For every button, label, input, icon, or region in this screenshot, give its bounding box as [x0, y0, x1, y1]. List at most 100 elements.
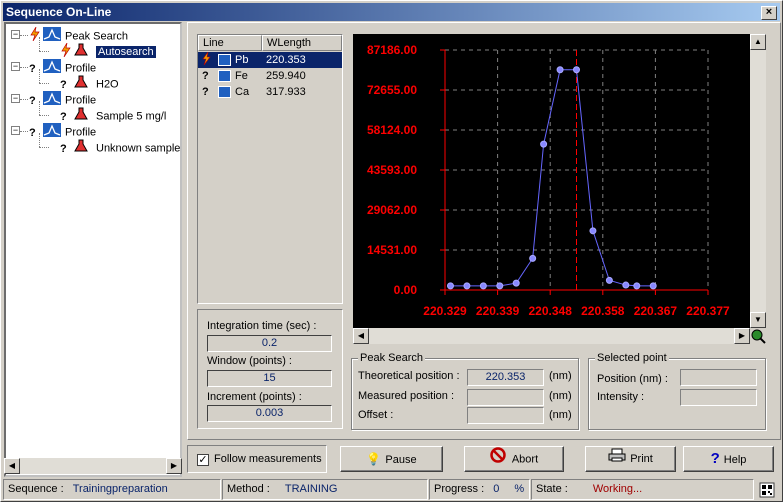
integration-time-label: Integration time (sec) : [207, 320, 317, 332]
offset-label: Offset : [358, 409, 394, 421]
close-button[interactable]: × [761, 6, 777, 20]
tree-item-sample[interactable]: ? H2O [60, 75, 119, 91]
line-element: Ca [235, 86, 250, 98]
progress-unit: % [514, 483, 525, 495]
status-state: State : Working... [531, 479, 754, 500]
stop-icon [490, 447, 506, 472]
collapse-toggle-icon[interactable]: − [11, 30, 20, 39]
data-point [496, 282, 504, 290]
data-point [589, 227, 597, 235]
line-wlength: 220.353 [266, 54, 306, 66]
question-status-icon: ? [60, 142, 67, 155]
grip-icon [758, 481, 778, 499]
tree-item-method[interactable]: Peak Search [29, 26, 128, 43]
window-points-field: 15 [207, 370, 332, 387]
abort-button[interactable]: Abort [464, 446, 564, 472]
collapse-toggle-icon[interactable]: − [11, 94, 20, 103]
selected-point-title: Selected point [595, 352, 669, 364]
pause-button[interactable]: 💡 Pause [340, 446, 443, 472]
column-header-line[interactable]: Line [198, 35, 262, 51]
line-list[interactable]: Line WLength Pb 220.353? Fe 259.940? Ca 317.9… [197, 34, 343, 304]
method-label: Method : [227, 483, 270, 495]
tree-item-sample[interactable]: ? Sample 5 mg/l [60, 107, 166, 123]
tree-connector [39, 133, 40, 147]
data-point [622, 281, 630, 289]
status-method: Method : TRAINING [222, 479, 428, 500]
chart-vertical-scrollbar[interactable]: ▲ ▼ [750, 34, 766, 328]
tree-item-label: Sample 5 mg/l [96, 110, 167, 123]
tree-item-sample[interactable]: Autosearch [60, 42, 156, 59]
y-tick-label: 58124.00 [367, 123, 417, 137]
tree-connector [39, 101, 40, 115]
x-tick-label: 220.377 [686, 304, 730, 318]
tree-item-label: Unknown sample [96, 142, 181, 155]
window-points-label: Window (points) : [207, 355, 292, 367]
collapse-toggle-icon[interactable]: − [11, 126, 20, 135]
question-status-icon: ? [202, 70, 209, 82]
scroll-down-button[interactable]: ▼ [750, 312, 766, 328]
x-tick-label: 220.329 [423, 304, 467, 318]
tree-connector [20, 131, 28, 132]
progress-value: 0 [493, 483, 500, 495]
data-point [463, 282, 471, 290]
follow-measurements-checkbox[interactable]: ✓ [197, 454, 209, 466]
title-bar: Sequence On-Line × [3, 3, 780, 21]
y-tick-label: 14531.00 [367, 243, 417, 257]
line-row[interactable]: ? Fe 259.940 [198, 68, 342, 84]
collapse-toggle-icon[interactable]: − [11, 62, 20, 71]
theoretical-position-field: 220.353 [467, 369, 544, 386]
y-tick-label: 87186.00 [367, 43, 417, 57]
y-tick-label: 0.00 [394, 283, 418, 297]
abort-label: Abort [511, 453, 539, 466]
data-point [573, 66, 580, 74]
chart-svg: 87186.00 72655.00 58124.00 43593.00 29062.00… [367, 43, 730, 318]
pause-label: Pause [385, 454, 417, 466]
tree-item-label: Profile [65, 94, 97, 107]
column-header-wlength[interactable]: WLength [262, 35, 342, 51]
tree-item-label: Autosearch [96, 46, 156, 59]
x-tick-label: 220.348 [529, 304, 573, 318]
peak-chart[interactable]: 87186.00 72655.00 58124.00 43593.00 29062.00… [353, 34, 750, 328]
peak-search-title: Peak Search [358, 352, 425, 364]
data-point [649, 282, 657, 290]
state-value: Working... [592, 483, 643, 495]
intensity-field [680, 389, 757, 406]
scroll-left-button[interactable]: ◀ [4, 458, 20, 474]
line-row[interactable]: Pb 220.353 [198, 51, 342, 68]
scroll-up-button[interactable]: ▲ [750, 34, 766, 50]
theoretical-unit: (nm) [549, 370, 572, 382]
measured-unit: (nm) [549, 390, 572, 402]
y-tick-label: 43593.00 [367, 163, 417, 177]
increment-points-label: Increment (points) : [207, 391, 302, 403]
data-point [556, 66, 564, 74]
element-line-icon [218, 54, 231, 66]
print-button[interactable]: Print [585, 446, 676, 472]
lightbulb-icon: 💡 [366, 452, 382, 466]
position-field [680, 369, 757, 386]
line-row[interactable]: ? Ca 317.933 [198, 84, 342, 100]
zoom-icon[interactable] [750, 328, 766, 344]
help-label: Help [723, 454, 747, 466]
printer-icon [608, 447, 626, 471]
print-label: Print [630, 453, 653, 465]
tree-item-sample[interactable]: ? Unknown sample [60, 139, 180, 155]
status-sequence: Sequence : Trainingpreparation [3, 479, 221, 500]
tree-horizontal-scrollbar[interactable]: ◀ ▶ [4, 458, 182, 474]
x-tick-label: 220.339 [476, 304, 520, 318]
data-point [479, 282, 487, 290]
scroll-right-button[interactable]: ▶ [166, 458, 182, 474]
data-point [633, 282, 641, 290]
measured-position-field [467, 389, 544, 406]
follow-measurements-label[interactable]: Follow measurements [214, 453, 322, 465]
chart-scroll-right-button[interactable]: ▶ [734, 328, 750, 344]
data-point [540, 140, 548, 148]
sequence-tree[interactable]: − Peak Search Autosearch −? Profile? H2O −? Pro… [4, 22, 182, 477]
help-button[interactable]: ? Help [683, 446, 774, 472]
x-tick-label: 220.358 [581, 304, 625, 318]
tree-connector [39, 69, 40, 83]
theoretical-position-label: Theoretical position : [358, 370, 460, 382]
chart-horizontal-scrollbar[interactable]: ◀ ▶ [353, 328, 750, 344]
chart-scroll-left-button[interactable]: ◀ [353, 328, 369, 344]
sequence-label: Sequence : [8, 483, 64, 495]
tree-connector [39, 51, 49, 52]
